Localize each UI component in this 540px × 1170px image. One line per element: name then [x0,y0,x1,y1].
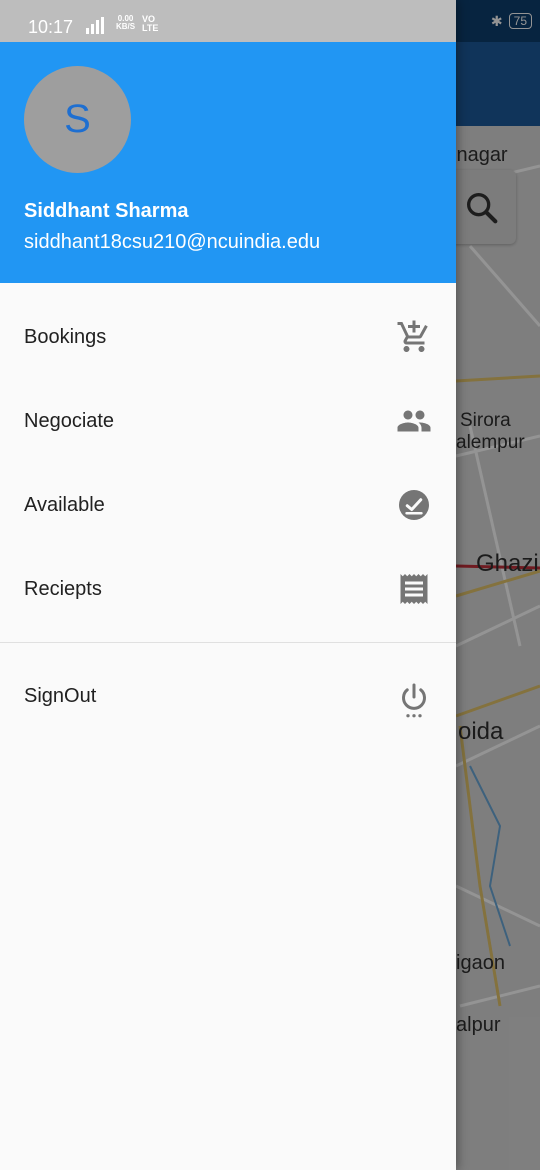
power-settings-icon [402,683,426,718]
menu-item-bookings[interactable]: Bookings [0,295,456,379]
receipt-icon [400,574,428,604]
menu-item-label: Available [24,494,105,516]
add-shopping-cart-icon [397,320,428,352]
menu-item-label: Reciepts [24,578,102,600]
status-time: 10:17 [28,17,74,37]
menu-item-label: Negociate [24,410,115,432]
check-circle-icon [399,490,429,520]
navigation-drawer: 10:17 0.00 KB/S VO LTE S Siddhant Sharma… [0,0,456,1170]
avatar[interactable]: S [24,66,131,173]
menu-item-label: Bookings [24,326,107,348]
user-name: Siddhant Sharma [24,200,189,222]
status-bar: 10:17 0.00 KB/S VO LTE [0,0,456,42]
menu-item-negociate[interactable]: Negociate [0,379,456,463]
signal-icon [86,16,104,34]
drawer-header: S Siddhant Sharma siddhant18csu210@ncuin… [0,42,456,283]
lte-label: LTE [142,23,159,33]
menu-divider [0,642,456,643]
volte-indicator: VO LTE [142,15,158,33]
drawer-menu: Bookings Negociate Available Reciepts [0,295,456,631]
signout-button[interactable]: SignOut [0,656,456,740]
data-speed-unit: KB/S [116,22,136,31]
people-icon [397,410,431,432]
menu-item-available[interactable]: Available [0,463,456,547]
user-email: siddhant18csu210@ncuindia.edu [24,231,321,253]
signout-label: SignOut [24,685,97,707]
data-speed: 0.00 KB/S [116,15,135,31]
menu-item-reciepts[interactable]: Reciepts [0,547,456,631]
